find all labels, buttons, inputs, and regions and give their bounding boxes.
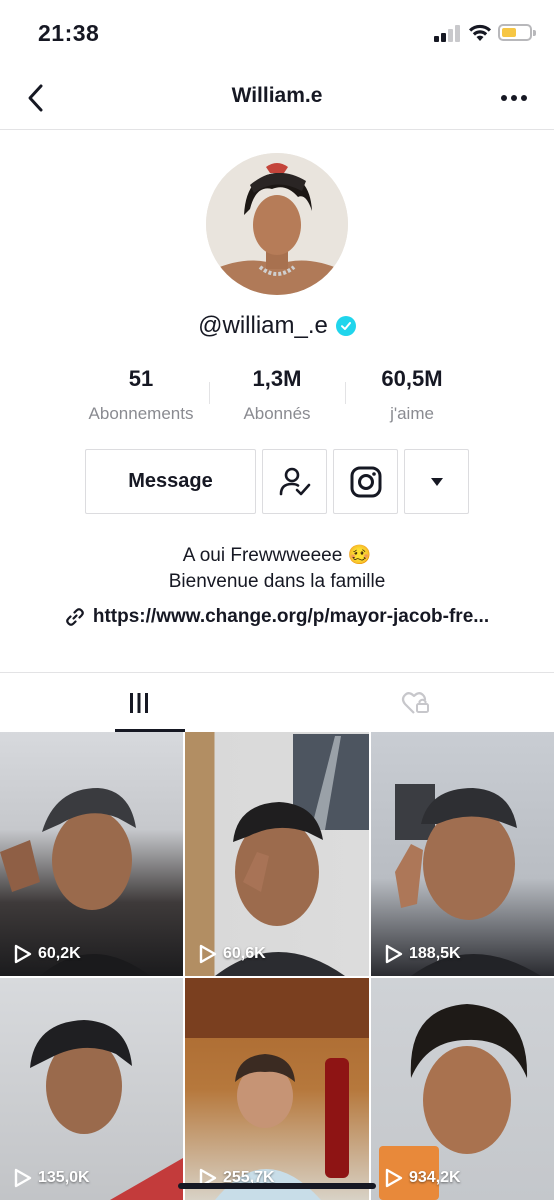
dropdown-button[interactable]	[404, 449, 469, 514]
view-count: 60,2K	[14, 944, 81, 964]
bio-link[interactable]: https://www.change.org/p/mayor-jacob-fre…	[0, 606, 554, 628]
avatar[interactable]	[206, 153, 348, 295]
stat-followers-label: Abonnés	[243, 404, 311, 423]
message-button[interactable]: Message	[85, 449, 256, 514]
bio-line-2: Bienvenue dans la famille	[168, 571, 386, 592]
stat-likes[interactable]: 60,5M j'aime	[342, 366, 482, 424]
video-thumbnail[interactable]: 135,0K	[0, 978, 183, 1200]
instagram-icon	[350, 466, 381, 497]
view-count-text: 934,2K	[409, 1169, 461, 1186]
bio-link-text[interactable]: https://www.change.org/p/mayor-jacob-fre…	[93, 606, 489, 628]
status-time: 21:38	[38, 20, 100, 46]
username: @william_.e	[198, 312, 328, 339]
status-bar: 21:38	[0, 0, 554, 66]
grid-bars-icon	[129, 692, 148, 713]
view-count: 188,5K	[385, 944, 461, 964]
content-tabs	[0, 672, 554, 732]
play-icon	[385, 944, 403, 964]
profile-bio: A oui Frewwweeee 🥴 Bienvenue dans la fam…	[0, 543, 554, 595]
play-icon	[14, 944, 32, 964]
video-thumbnail[interactable]: 60,6K	[185, 732, 369, 976]
video-thumbnail[interactable]: 255,7K	[185, 978, 369, 1200]
profile-stats: 51 Abonnements 1,3M Abonnés 60,5M j'aime	[0, 366, 554, 426]
play-icon	[199, 944, 217, 964]
stat-following[interactable]: 51 Abonnements	[71, 366, 211, 424]
video-thumbnail[interactable]: 188,5K	[371, 732, 554, 976]
stat-following-value: 51	[128, 366, 154, 391]
tab-liked[interactable]	[277, 673, 554, 732]
play-icon	[385, 1168, 403, 1188]
video-grid: 60,2K 60,6K 188,5K 135,0K 255,7K 934,2K	[0, 732, 554, 1200]
profile-actions: Message	[0, 449, 554, 515]
view-count: 934,2K	[385, 1168, 461, 1188]
stat-following-label: Abonnements	[88, 404, 194, 423]
bio-line-1: A oui Frewwweeee 🥴	[182, 545, 372, 566]
stat-likes-value: 60,5M	[381, 366, 443, 391]
play-icon	[14, 1168, 32, 1188]
battery-icon	[498, 24, 532, 41]
verified-badge-icon	[335, 316, 356, 336]
page-title: William.e	[231, 84, 323, 107]
following-button[interactable]	[262, 449, 327, 514]
view-count-text: 60,2K	[38, 945, 81, 962]
wifi-icon	[469, 24, 491, 41]
top-nav: William.e	[0, 66, 554, 130]
view-count-text: 188,5K	[409, 945, 461, 962]
avatar-image	[206, 153, 348, 295]
user-check-icon	[279, 467, 310, 495]
username-row: @william_.e	[0, 312, 554, 340]
video-thumbnail[interactable]: 934,2K	[371, 978, 554, 1200]
link-icon	[66, 608, 84, 626]
tab-videos[interactable]	[0, 673, 277, 732]
view-count-text: 60,6K	[223, 945, 266, 962]
home-indicator	[178, 1183, 376, 1189]
more-horizontal-icon	[501, 95, 507, 101]
instagram-button[interactable]	[333, 449, 398, 514]
caret-down-icon	[430, 477, 443, 486]
heart-lock-icon	[401, 691, 429, 714]
view-count: 135,0K	[14, 1168, 90, 1188]
cellular-signal-icon	[434, 24, 462, 42]
stat-followers[interactable]: 1,3M Abonnés	[207, 366, 347, 424]
more-options-button[interactable]	[496, 80, 532, 116]
view-count: 60,6K	[199, 944, 266, 964]
stat-likes-label: j'aime	[390, 404, 434, 423]
video-thumbnail[interactable]: 60,2K	[0, 732, 183, 976]
view-count-text: 135,0K	[38, 1169, 90, 1186]
stat-followers-value: 1,3M	[252, 366, 302, 391]
